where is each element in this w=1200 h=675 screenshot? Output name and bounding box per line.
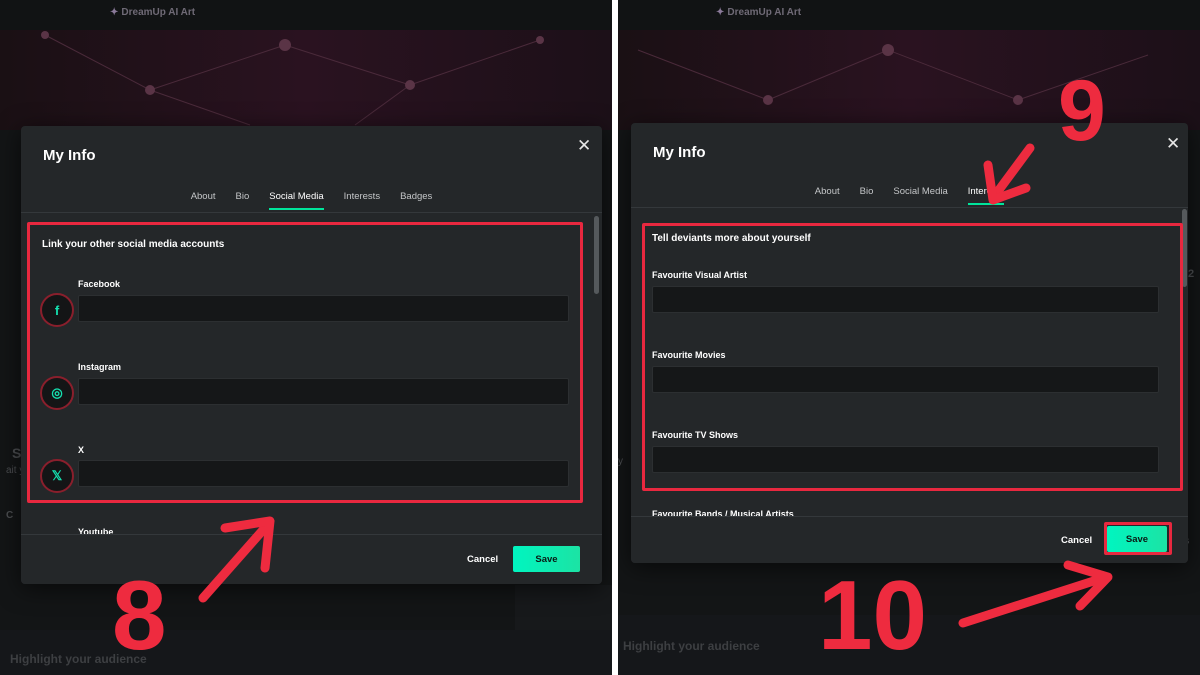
close-icon[interactable]: ✕ [1166,135,1180,152]
tv-shows-label: Favourite TV Shows [652,430,739,440]
profile-cover [618,30,1200,130]
scrollbar[interactable] [594,216,599,294]
bg-text: 2 [1188,268,1195,280]
form-scroll-area[interactable]: Link your other social media accounts Fa… [21,213,602,535]
scrollbar[interactable] [1182,209,1187,287]
instagram-input[interactable] [78,378,569,405]
facebook-icon: f [40,293,74,327]
close-icon[interactable]: ✕ [577,137,591,154]
tab-interests[interactable]: Interests [967,186,1005,205]
screenshot-stage: ✦ DreamUp AI Art S ait y C Highlight your… [0,0,1200,675]
my-info-modal: My Info ✕ About Bio Social Media Interes… [21,126,602,584]
bg-card [515,585,612,630]
dreamup-link[interactable]: ✦ DreamUp AI Art [110,7,195,18]
tv-shows-input[interactable] [652,446,1159,473]
tab-badges[interactable]: Badges [400,191,432,210]
tab-bio[interactable]: Bio [860,186,874,205]
modal-footer: Cancel Save [631,516,1188,563]
tab-bar: About Bio Social Media Interests Badges [21,191,602,210]
visual-artist-label: Favourite Visual Artist [652,270,748,280]
tab-social-media[interactable]: Social Media [893,186,947,205]
modal-footer: Cancel Save [21,534,602,584]
visual-artist-input[interactable] [652,286,1159,313]
modal-title: My Info [43,147,96,164]
bg-text: y [618,456,623,467]
cancel-button[interactable]: Cancel [467,554,498,565]
form-scroll-area[interactable]: Tell deviants more about yourself Favour… [631,208,1188,518]
bg-text: C [6,510,14,521]
step-number: 9 [1058,63,1106,159]
profile-cover [0,30,612,130]
modal-title: My Info [653,144,706,161]
x-input[interactable] [78,460,569,487]
bg-section: Highlight your audience [0,630,612,675]
step-number: 10 [818,560,928,670]
instagram-icon: ◎ [40,376,74,410]
tab-bar: About Bio Social Media Interests [631,186,1188,205]
movies-label: Favourite Movies [652,350,726,360]
tab-bio[interactable]: Bio [236,191,250,210]
x-icon: 𝕏 [40,459,74,493]
instagram-label: Instagram [78,362,122,372]
tab-about[interactable]: About [191,191,216,210]
left-panel: ✦ DreamUp AI Art S ait y C Highlight your… [0,0,612,675]
bg-text: S [12,445,22,461]
save-button[interactable]: Save [1107,526,1167,552]
tab-social-media[interactable]: Social Media [269,191,324,210]
section-heading: Link your other social media accounts [42,239,225,250]
tab-about[interactable]: About [815,186,840,205]
save-button[interactable]: Save [513,546,580,572]
x-label: X [78,445,85,455]
facebook-label: Facebook [78,279,121,289]
right-panel: ✦DreamUp AI Art 2 y nts Highlight your a… [618,0,1200,675]
top-bar: ✦ DreamUp AI Art [0,0,612,30]
my-info-modal: My Info ✕ About Bio Social Media Interes… [631,123,1188,563]
tab-interests[interactable]: Interests [344,191,380,210]
movies-input[interactable] [652,366,1159,393]
sparkle-icon: ✦ [716,7,725,18]
section-heading: Tell deviants more about yourself [652,233,811,244]
network-pattern [637,44,1149,105]
top-bar: ✦ DreamUp AI Art [618,0,1200,30]
cancel-button[interactable]: Cancel [1061,535,1092,546]
network-pattern [41,31,544,126]
section-title: Highlight your audience [623,639,760,653]
facebook-input[interactable] [78,295,569,322]
dreamup-link[interactable]: ✦ DreamUp AI Art [716,7,801,18]
step-number: 8 [112,560,167,670]
sparkle-icon: ✦ [110,7,119,18]
